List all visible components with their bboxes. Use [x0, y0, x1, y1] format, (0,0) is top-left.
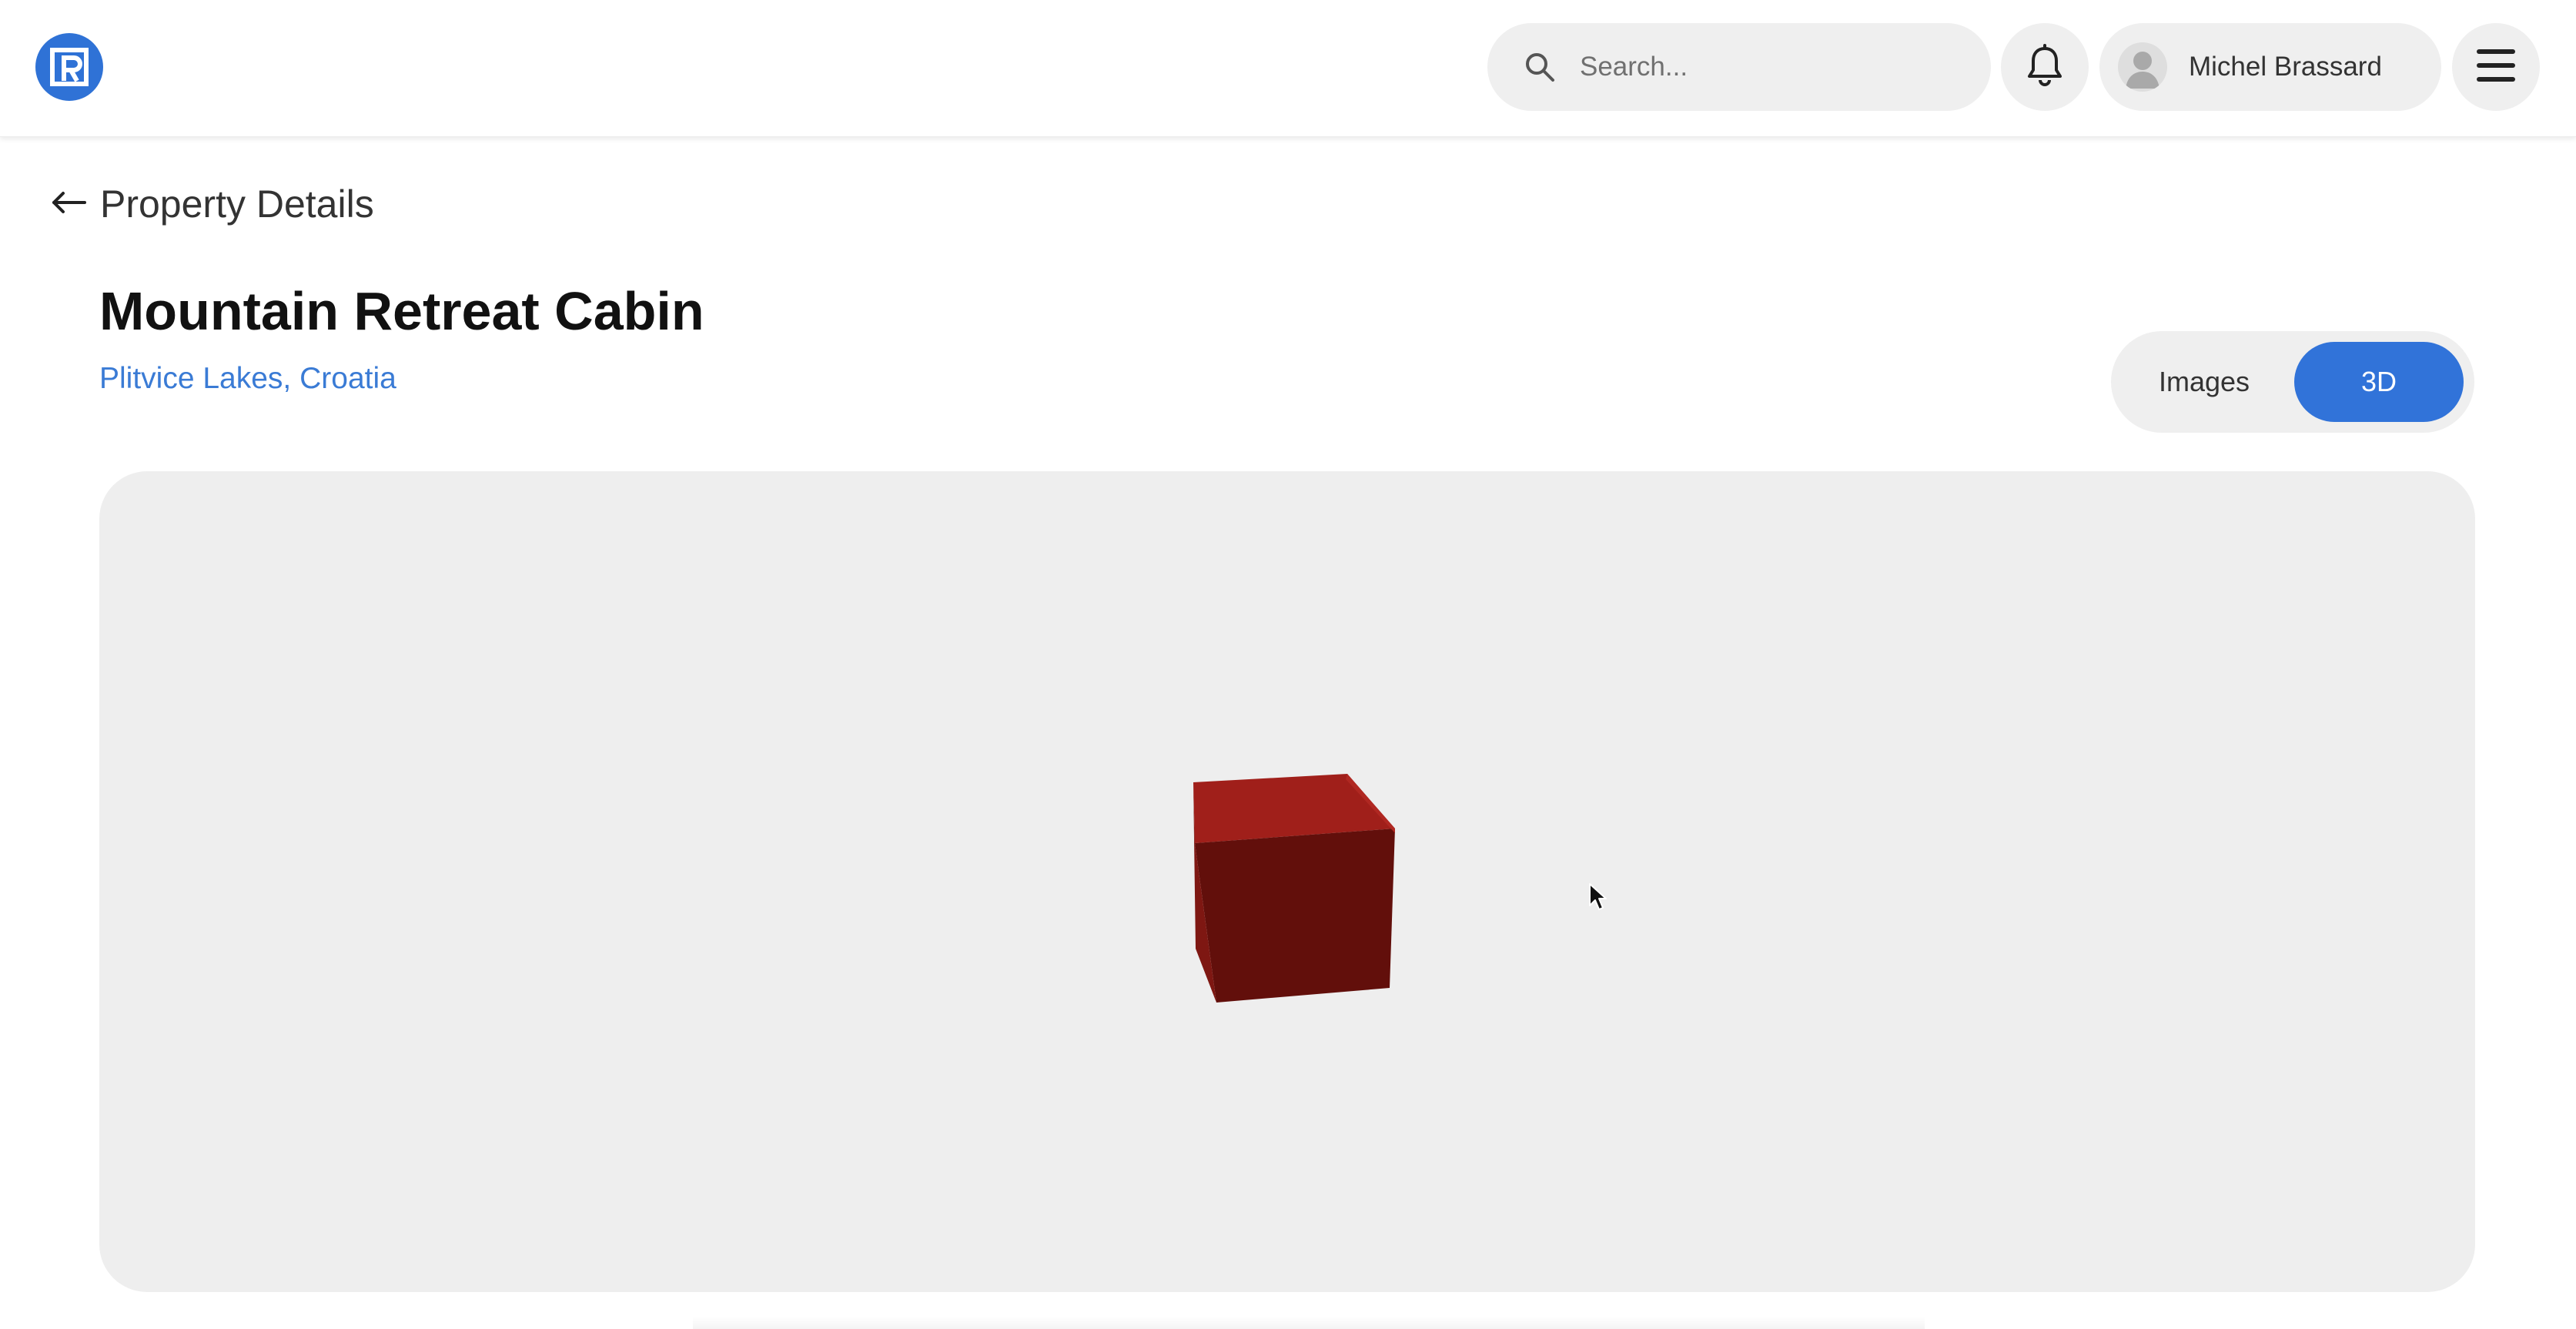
page-bottom-fade — [693, 1317, 1925, 1329]
hamburger-menu-icon — [2475, 48, 2517, 87]
back-label[interactable]: Property Details — [100, 182, 374, 226]
user-name: Michel Brassard — [2189, 52, 2382, 82]
search-icon — [1518, 45, 1561, 89]
3d-viewer-canvas[interactable] — [99, 471, 2475, 1292]
r-logo-icon[interactable] — [35, 33, 103, 101]
cube-face-front — [1195, 829, 1395, 1003]
main-menu-button[interactable] — [2452, 23, 2540, 111]
tab-3d[interactable]: 3D — [2294, 342, 2464, 422]
search-input[interactable] — [1578, 51, 1948, 83]
notifications-button[interactable] — [2001, 23, 2089, 111]
tab-images[interactable]: Images — [2122, 342, 2287, 422]
top-header: Michel Brassard — [0, 0, 2576, 137]
mouse-cursor-icon — [1588, 882, 1608, 916]
user-profile-button[interactable]: Michel Brassard — [2099, 23, 2441, 111]
view-toggle: Images 3D — [2111, 331, 2474, 433]
arrow-left-icon[interactable] — [51, 191, 86, 218]
page-title: Mountain Retreat Cabin — [99, 281, 704, 341]
back-to-property-details[interactable]: Property Details — [51, 182, 374, 226]
bell-icon — [2025, 43, 2065, 91]
property-location[interactable]: Plitvice Lakes, Croatia — [99, 362, 396, 396]
search-bar[interactable] — [1487, 23, 1991, 111]
user-avatar-icon — [2118, 42, 2167, 92]
cube-model[interactable] — [99, 471, 2475, 1292]
